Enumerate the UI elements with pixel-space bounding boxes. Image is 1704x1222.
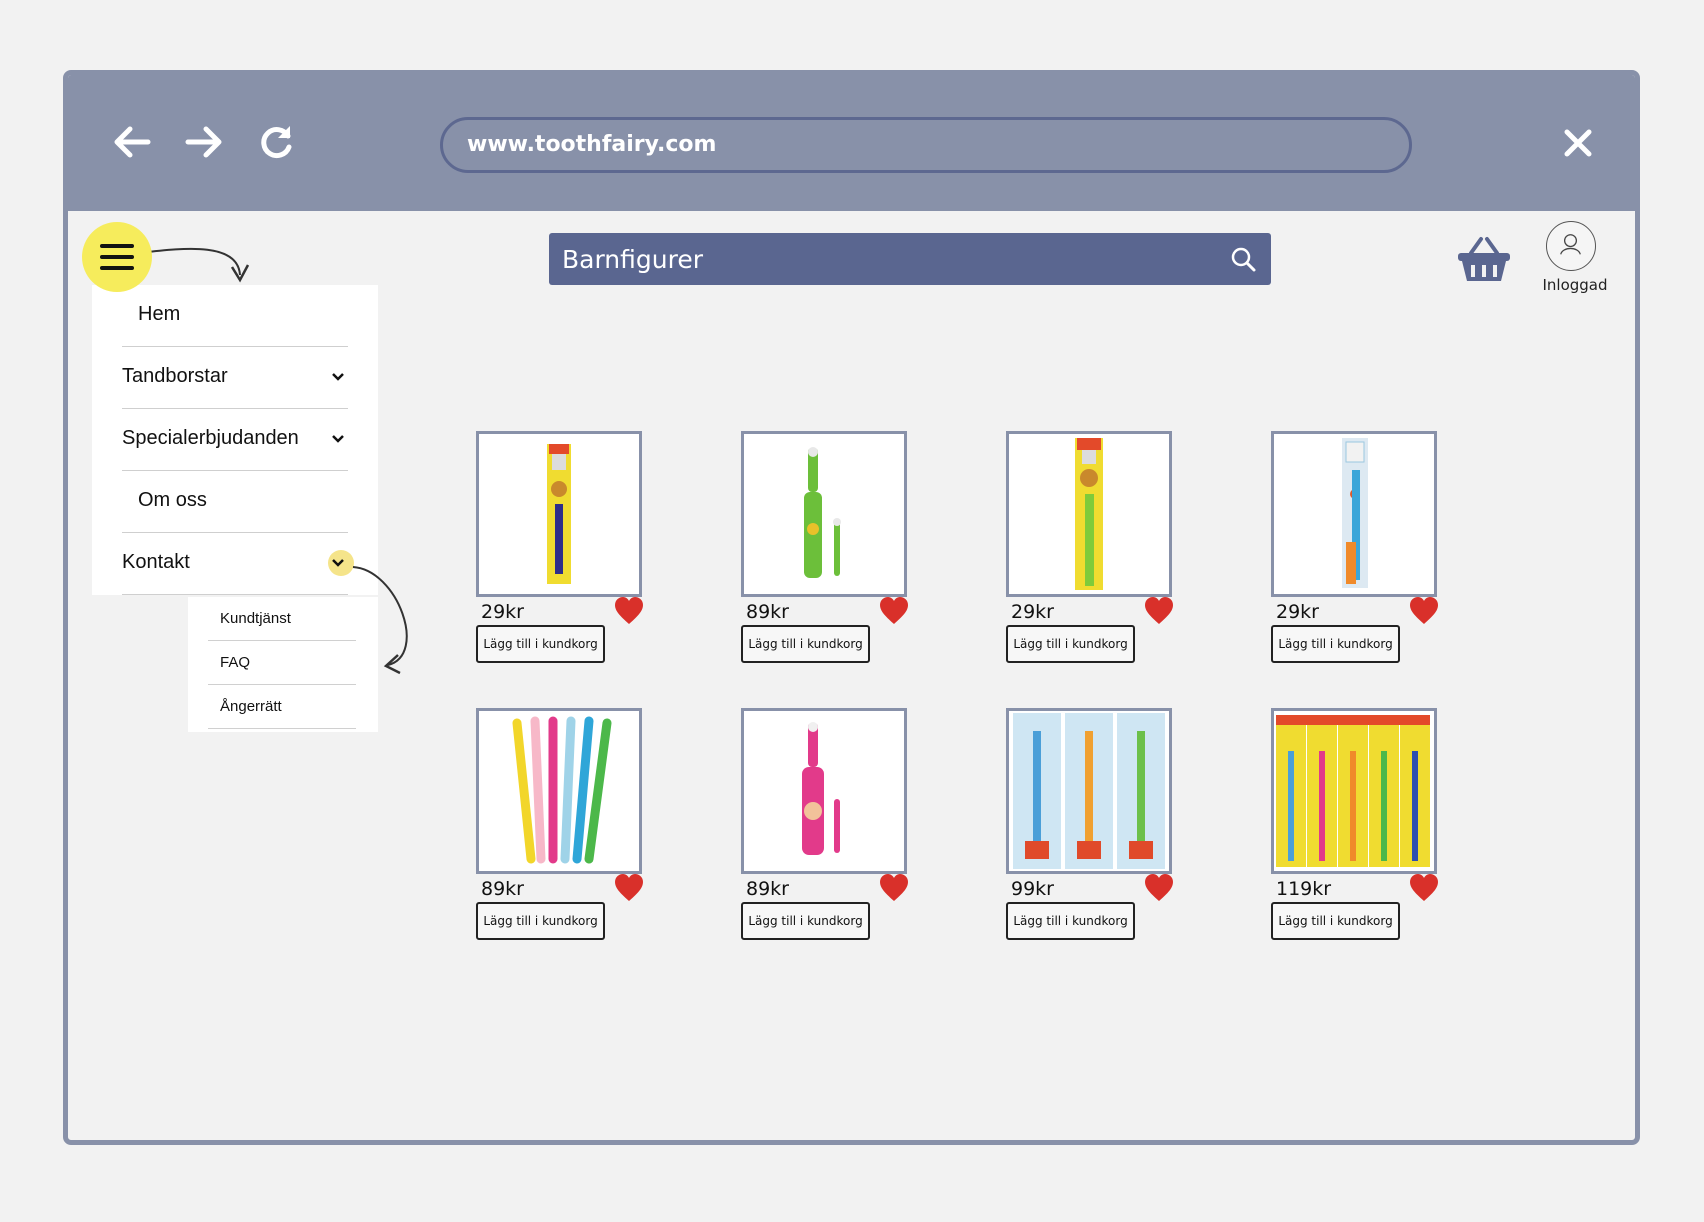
- arrow-right-icon: [185, 126, 222, 158]
- product-card: 29kr Lägg till i kundkorg: [1006, 431, 1186, 663]
- product-price: 29kr: [1011, 601, 1054, 623]
- product-price: 119kr: [1276, 878, 1332, 900]
- add-to-cart-button[interactable]: Lägg till i kundkorg: [741, 902, 870, 940]
- product-image[interactable]: [1271, 708, 1437, 874]
- menu-item-hem[interactable]: Hem: [122, 285, 348, 347]
- search-icon[interactable]: [1229, 245, 1257, 273]
- heart-icon[interactable]: [1409, 874, 1439, 902]
- add-to-cart-button[interactable]: Lägg till i kundkorg: [1006, 625, 1135, 663]
- menu-item-label: Tandborstar: [122, 365, 228, 387]
- toothbrush-kids-3pack-icon: [1013, 713, 1165, 869]
- basket-icon: [1458, 237, 1510, 281]
- submenu-item-label: Kundtjänst: [220, 610, 291, 627]
- submenu-item-faq[interactable]: FAQ: [208, 641, 356, 685]
- hamburger-icon: [100, 244, 134, 248]
- chevron-down-icon: [332, 559, 344, 567]
- close-button[interactable]: [1558, 123, 1598, 163]
- menu-item-tandborstar[interactable]: Tandborstar: [122, 347, 348, 409]
- toothbrush-multipack-icon: [512, 716, 612, 864]
- menu-item-label: Kontakt: [122, 551, 190, 573]
- chevron-down-icon: [332, 373, 344, 381]
- heart-icon[interactable]: [879, 874, 909, 902]
- toothbrush-5pack-icon: [1276, 715, 1430, 867]
- login-status: Inloggad: [1542, 276, 1608, 294]
- product-image[interactable]: [476, 708, 642, 874]
- reload-icon: [261, 126, 292, 159]
- product-image[interactable]: [1006, 708, 1172, 874]
- forward-button[interactable]: [182, 120, 226, 164]
- heart-icon[interactable]: [1409, 597, 1439, 625]
- menu-item-label: Om oss: [138, 489, 207, 511]
- submenu-item-angerratt[interactable]: Ångerrätt: [208, 685, 356, 729]
- side-menu: Hem Tandborstar Specialerbjudanden Om os…: [92, 285, 378, 595]
- search-input[interactable]: [549, 233, 1209, 285]
- product-card: 119kr Lägg till i kundkorg: [1271, 708, 1451, 940]
- heart-icon[interactable]: [1144, 874, 1174, 902]
- contact-submenu: Kundtjänst FAQ Ångerrätt: [188, 597, 378, 732]
- menu-item-om-oss[interactable]: Om oss: [122, 471, 348, 533]
- product-price: 89kr: [746, 601, 789, 623]
- product-image[interactable]: [741, 708, 907, 874]
- toothbrush-package-blue-icon: [1342, 438, 1368, 588]
- reload-button[interactable]: [254, 120, 298, 164]
- electric-toothbrush-green-icon: [804, 447, 841, 578]
- browser-window: www.toothfairy.com Hem Tandborstar Speci…: [63, 70, 1640, 1145]
- menu-item-kontakt[interactable]: Kontakt: [122, 533, 354, 595]
- address-bar[interactable]: www.toothfairy.com: [440, 117, 1412, 173]
- product-card: 99kr Lägg till i kundkorg: [1006, 708, 1186, 940]
- add-to-cart-button[interactable]: Lägg till i kundkorg: [1271, 902, 1400, 940]
- add-to-cart-button[interactable]: Lägg till i kundkorg: [1271, 625, 1400, 663]
- product-card: 89kr Lägg till i kundkorg: [741, 708, 921, 940]
- product-price: 99kr: [1011, 878, 1054, 900]
- user-account-button[interactable]: [1546, 221, 1596, 271]
- add-to-cart-button[interactable]: Lägg till i kundkorg: [1006, 902, 1135, 940]
- submenu-item-label: FAQ: [220, 654, 251, 671]
- menu-item-label: Hem: [138, 303, 181, 325]
- submenu-item-kundtjanst[interactable]: Kundtjänst: [208, 597, 356, 641]
- add-to-cart-button[interactable]: Lägg till i kundkorg: [741, 625, 870, 663]
- heart-icon[interactable]: [614, 597, 644, 625]
- product-image[interactable]: [1006, 431, 1172, 597]
- product-image[interactable]: [741, 431, 907, 597]
- menu-item-specialerbjudanden[interactable]: Specialerbjudanden: [122, 409, 348, 471]
- close-icon: [1564, 129, 1592, 157]
- user-icon: [1560, 234, 1581, 255]
- chevron-down-icon: [332, 435, 344, 443]
- arrow-head: [383, 654, 401, 675]
- arrow-annotation: [139, 247, 241, 276]
- heart-icon[interactable]: [614, 874, 644, 902]
- arrow-left-icon: [114, 126, 151, 158]
- hamburger-icon: [100, 266, 134, 270]
- product-card: 89kr Lägg till i kundkorg: [476, 708, 656, 940]
- submenu-item-label: Ångerrätt: [220, 698, 282, 715]
- browser-toolbar: www.toothfairy.com: [68, 75, 1635, 211]
- product-price: 29kr: [481, 601, 524, 623]
- menu-item-label: Specialerbjudanden: [122, 427, 299, 449]
- electric-toothbrush-pink-icon: [802, 722, 840, 855]
- toothbrush-package-yellow-icon: [547, 444, 571, 584]
- heart-icon[interactable]: [879, 597, 909, 625]
- product-card: 29kr Lägg till i kundkorg: [476, 431, 656, 663]
- add-to-cart-button[interactable]: Lägg till i kundkorg: [476, 902, 605, 940]
- product-price: 89kr: [481, 878, 524, 900]
- add-to-cart-button[interactable]: Lägg till i kundkorg: [476, 625, 605, 663]
- toothbrush-package-green-icon: [1075, 438, 1103, 590]
- product-card: 89kr Lägg till i kundkorg: [741, 431, 921, 663]
- product-price: 29kr: [1276, 601, 1319, 623]
- product-image[interactable]: [1271, 431, 1437, 597]
- product-image[interactable]: [476, 431, 642, 597]
- cart-button[interactable]: [1455, 235, 1513, 285]
- product-price: 89kr: [746, 878, 789, 900]
- back-button[interactable]: [110, 120, 154, 164]
- hamburger-menu-button[interactable]: [82, 222, 152, 292]
- heart-icon[interactable]: [1144, 597, 1174, 625]
- search-bar: [549, 233, 1271, 285]
- hamburger-icon: [100, 255, 134, 259]
- arrow-head: [230, 264, 250, 283]
- product-card: 29kr Lägg till i kundkorg: [1271, 431, 1451, 663]
